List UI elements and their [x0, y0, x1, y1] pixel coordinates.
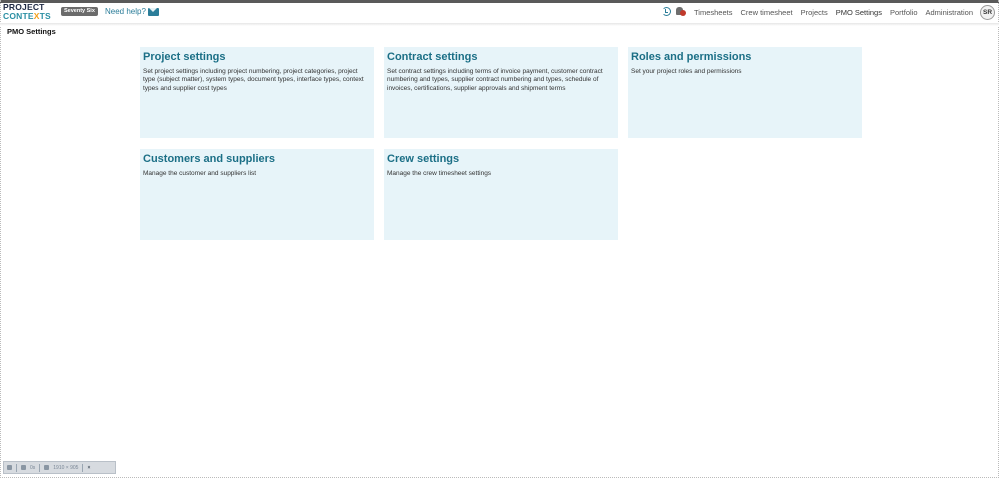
page-title: PMO Settings	[7, 27, 56, 36]
card-title: Customers and suppliers	[143, 153, 276, 165]
logo-line-2-end: TS	[39, 11, 51, 21]
card-title: Roles and permissions	[631, 51, 752, 63]
history-icon[interactable]	[662, 7, 671, 16]
debug-toolbar: 0s 1910 × 905 ×	[3, 461, 116, 474]
nav-item-projects[interactable]: Projects	[801, 6, 828, 20]
toolbar-separator	[82, 463, 84, 472]
logo-line-2-start: CONTE	[3, 11, 34, 21]
debug-counter: 0s	[30, 464, 36, 471]
card-project-settings[interactable]: Project settings Set project settings in…	[140, 47, 374, 138]
nav-item-timesheets[interactable]: Timesheets	[694, 6, 733, 20]
project-contexts-logo[interactable]: PROJECT CONTEXTS	[3, 3, 55, 21]
menu-icon[interactable]	[7, 465, 12, 470]
nav-item-portfolio[interactable]: Portfolio	[890, 6, 918, 20]
video-icon[interactable]	[21, 465, 26, 470]
card-title: Crew settings	[387, 153, 460, 165]
logo-line-1: PROJECT	[3, 2, 45, 12]
toolbar-separator	[16, 463, 17, 472]
card-description: Set your project roles and permissions	[631, 68, 742, 75]
close-icon[interactable]: ×	[87, 465, 90, 471]
debug-resolution: 1910 × 905	[53, 464, 79, 471]
nav-item-administration[interactable]: Administration	[926, 6, 974, 20]
card-description: Manage the crew timesheet settings	[387, 170, 492, 177]
topbar-divider	[0, 23, 999, 26]
card-roles-and-permissions[interactable]: Roles and permissions Set your project r…	[628, 47, 862, 138]
toolbar-separator	[39, 463, 41, 472]
need-help-link[interactable]: Need help?	[105, 5, 146, 19]
nav-item-pmo-settings[interactable]: PMO Settings	[836, 6, 882, 20]
card-customers-and-suppliers[interactable]: Customers and suppliers Manage the custo…	[140, 149, 374, 240]
card-title: Contract settings	[387, 51, 478, 63]
top-navigation-bar: PROJECT CONTEXTS Seventy Six Need help? …	[0, 3, 999, 23]
main-navigation: Timesheets Crew timesheet Projects PMO S…	[694, 6, 973, 20]
card-title: Project settings	[143, 51, 226, 63]
user-avatar[interactable]: SR	[980, 5, 995, 20]
card-description: Manage the customer and suppliers list	[143, 170, 257, 177]
logo-line-2: CONTEXTS	[3, 11, 55, 21]
bell-icon[interactable]	[676, 6, 686, 17]
nav-item-crew-timesheet[interactable]: Crew timesheet	[741, 6, 793, 20]
card-description: Set contract settings including terms of…	[387, 68, 603, 92]
card-description: Set project settings including project n…	[143, 68, 364, 92]
window-left-edge	[0, 0, 1, 478]
site-badge: Seventy Six	[61, 7, 98, 16]
mail-icon[interactable]	[148, 8, 159, 16]
card-crew-settings[interactable]: Crew settings Manage the crew timesheet …	[384, 149, 618, 240]
card-contract-settings[interactable]: Contract settings Set contract settings …	[384, 47, 618, 138]
camera-icon[interactable]	[44, 465, 50, 470]
